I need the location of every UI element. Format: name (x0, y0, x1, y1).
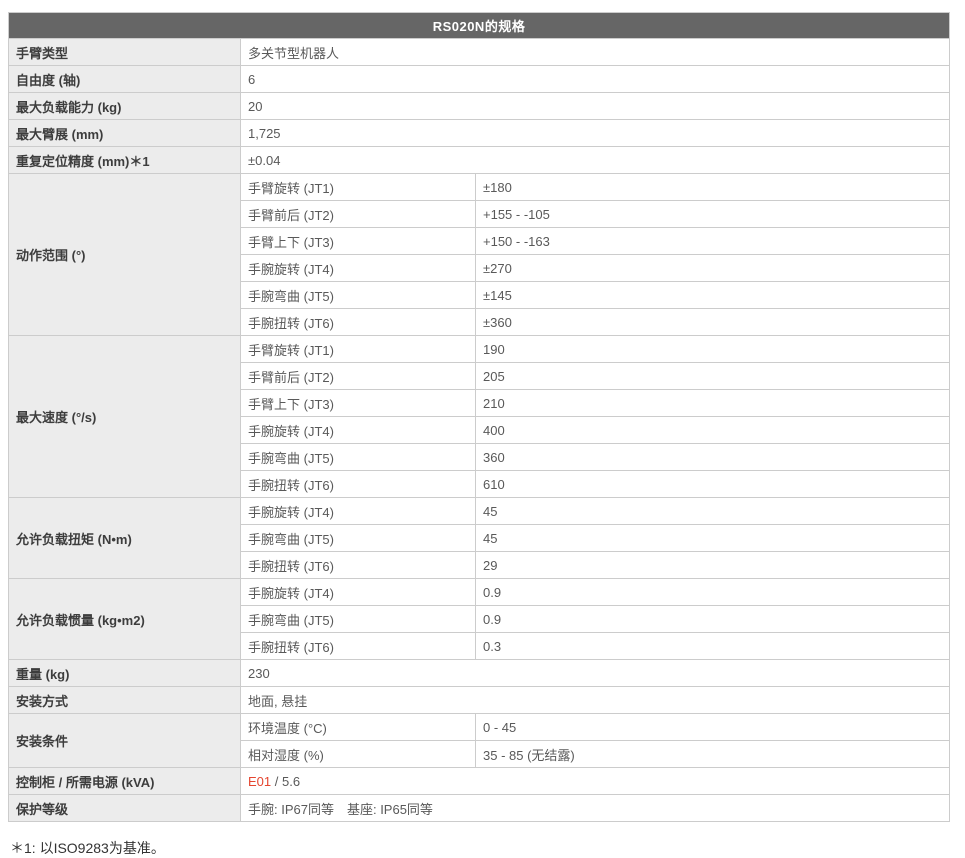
sub-value: 35 - 85 (无结露) (476, 741, 950, 768)
sub-value: 210 (476, 390, 950, 417)
sub-value: 45 (476, 525, 950, 552)
sub-label: 手腕扭转 (JT6) (241, 471, 476, 498)
spec-table-container: RS020N的规格 手臂类型 多关节型机器人 自由度 (轴) 6 最大负载能力 … (8, 12, 949, 822)
controller-power-rest: / 5.6 (271, 774, 300, 789)
table-row: 保护等级 手腕: IP67同等 基座: IP65同等 (9, 795, 950, 822)
table-row: 最大臂展 (mm) 1,725 (9, 120, 950, 147)
row-label-arm-type: 手臂类型 (9, 39, 241, 66)
sub-value: +150 - -163 (476, 228, 950, 255)
row-value-repeatability: ±0.04 (241, 147, 950, 174)
table-title: RS020N的规格 (9, 13, 950, 39)
table-row: 动作范围 (°) 手臂旋转 (JT1) ±180 (9, 174, 950, 201)
table-row: 最大速度 (°/s) 手臂旋转 (JT1) 190 (9, 336, 950, 363)
sub-value: 610 (476, 471, 950, 498)
sub-label: 相对湿度 (%) (241, 741, 476, 768)
group-label-load-inertia: 允许负载惯量 (kg•m2) (9, 579, 241, 660)
table-row: 控制柜 / 所需电源 (kVA) E01 / 5.6 (9, 768, 950, 795)
sub-label: 手腕扭转 (JT6) (241, 633, 476, 660)
row-value-protection: 手腕: IP67同等 基座: IP65同等 (241, 795, 950, 822)
sub-label: 手腕扭转 (JT6) (241, 552, 476, 579)
sub-value: 0 - 45 (476, 714, 950, 741)
sub-label: 手臂旋转 (JT1) (241, 336, 476, 363)
row-value-controller-power: E01 / 5.6 (241, 768, 950, 795)
table-row: 重量 (kg) 230 (9, 660, 950, 687)
row-label-mounting: 安装方式 (9, 687, 241, 714)
group-label-motion-range: 动作范围 (°) (9, 174, 241, 336)
sub-value: 0.3 (476, 633, 950, 660)
sub-label: 手臂前后 (JT2) (241, 201, 476, 228)
group-label-max-speed: 最大速度 (°/s) (9, 336, 241, 498)
sub-value: 400 (476, 417, 950, 444)
row-label-dof: 自由度 (轴) (9, 66, 241, 93)
sub-value: ±270 (476, 255, 950, 282)
table-header-row: RS020N的规格 (9, 13, 950, 39)
sub-value: 29 (476, 552, 950, 579)
sub-value: ±145 (476, 282, 950, 309)
row-label-controller-power: 控制柜 / 所需电源 (kVA) (9, 768, 241, 795)
table-row: 手臂类型 多关节型机器人 (9, 39, 950, 66)
page: RS020N的规格 手臂类型 多关节型机器人 自由度 (轴) 6 最大负载能力 … (0, 0, 965, 858)
sub-value: 190 (476, 336, 950, 363)
sub-label: 手腕旋转 (JT4) (241, 579, 476, 606)
sub-value: 45 (476, 498, 950, 525)
table-row: 重复定位精度 (mm)＊1 ±0.04 (9, 147, 950, 174)
group-label-load-torque: 允许负载扭矩 (N•m) (9, 498, 241, 579)
sub-label: 手臂旋转 (JT1) (241, 174, 476, 201)
row-label-mass: 重量 (kg) (9, 660, 241, 687)
row-value-payload: 20 (241, 93, 950, 120)
sub-value: +155 - -105 (476, 201, 950, 228)
controller-e01-link[interactable]: E01 (248, 774, 271, 789)
sub-label: 手腕旋转 (JT4) (241, 498, 476, 525)
sub-label: 手腕旋转 (JT4) (241, 417, 476, 444)
row-label-payload: 最大负载能力 (kg) (9, 93, 241, 120)
sub-label: 手腕弯曲 (JT5) (241, 282, 476, 309)
table-row: 安装方式 地面, 悬挂 (9, 687, 950, 714)
sub-label: 手臂上下 (JT3) (241, 228, 476, 255)
row-value-reach: 1,725 (241, 120, 950, 147)
table-row: 最大负载能力 (kg) 20 (9, 93, 950, 120)
sub-value: 360 (476, 444, 950, 471)
sub-value: ±360 (476, 309, 950, 336)
sub-label: 手臂上下 (JT3) (241, 390, 476, 417)
table-row: 自由度 (轴) 6 (9, 66, 950, 93)
row-value-arm-type: 多关节型机器人 (241, 39, 950, 66)
sub-value: 205 (476, 363, 950, 390)
sub-value: 0.9 (476, 579, 950, 606)
sub-label: 手腕扭转 (JT6) (241, 309, 476, 336)
table-row: 允许负载扭矩 (N•m) 手腕旋转 (JT4) 45 (9, 498, 950, 525)
row-label-repeatability: 重复定位精度 (mm)＊1 (9, 147, 241, 174)
row-value-mass: 230 (241, 660, 950, 687)
sub-label: 手腕旋转 (JT4) (241, 255, 476, 282)
sub-value: 0.9 (476, 606, 950, 633)
sub-label: 手腕弯曲 (JT5) (241, 525, 476, 552)
row-label-reach: 最大臂展 (mm) (9, 120, 241, 147)
row-label-protection: 保护等级 (9, 795, 241, 822)
table-row: 允许负载惯量 (kg•m2) 手腕旋转 (JT4) 0.9 (9, 579, 950, 606)
spec-table: RS020N的规格 手臂类型 多关节型机器人 自由度 (轴) 6 最大负载能力 … (8, 12, 950, 822)
footnote: ＊1: 以ISO9283为基准。 (10, 838, 165, 858)
sub-label: 手臂前后 (JT2) (241, 363, 476, 390)
sub-value: ±180 (476, 174, 950, 201)
sub-label: 手腕弯曲 (JT5) (241, 606, 476, 633)
sub-label: 环境温度 (°C) (241, 714, 476, 741)
row-value-mounting: 地面, 悬挂 (241, 687, 950, 714)
table-row: 安装条件 环境温度 (°C) 0 - 45 (9, 714, 950, 741)
row-value-dof: 6 (241, 66, 950, 93)
sub-label: 手腕弯曲 (JT5) (241, 444, 476, 471)
group-label-install-conditions: 安装条件 (9, 714, 241, 768)
